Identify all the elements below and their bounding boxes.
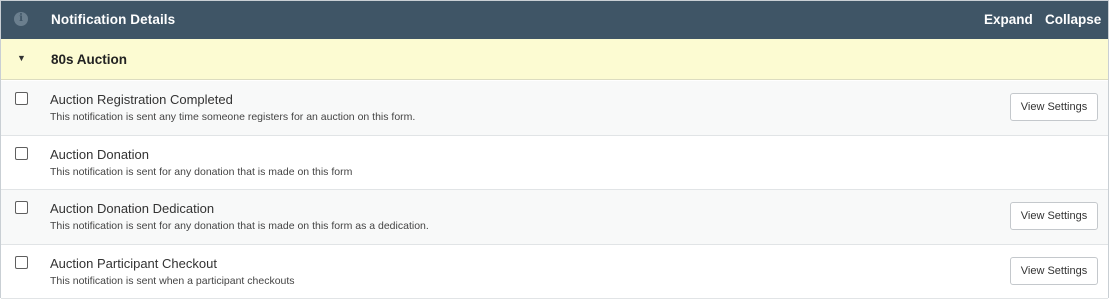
notification-checkbox[interactable] <box>15 147 28 160</box>
notification-description: This notification is sent when a partici… <box>50 275 295 287</box>
view-settings-button[interactable]: View Settings <box>1010 202 1098 230</box>
notification-list: Auction Registration Completed This noti… <box>1 81 1108 299</box>
expand-link[interactable]: Expand <box>984 12 1033 27</box>
notification-row: Auction Donation Dedication This notific… <box>1 190 1108 245</box>
notification-row: Auction Participant Checkout This notifi… <box>1 245 1108 299</box>
notification-description: This notification is sent for any donati… <box>50 166 352 178</box>
panel-title: Notification Details <box>51 12 175 27</box>
notification-title: Auction Participant Checkout <box>50 256 217 271</box>
collapse-link[interactable]: Collapse <box>1045 12 1101 27</box>
notification-description: This notification is sent any time someo… <box>50 111 415 123</box>
view-settings-button[interactable]: View Settings <box>1010 93 1098 121</box>
panel-header: i Notification Details Expand Collapse <box>1 1 1108 39</box>
group-row-80s-auction[interactable]: ▼ 80s Auction <box>1 39 1108 80</box>
notification-details-panel: i Notification Details Expand Collapse ▼… <box>0 0 1109 298</box>
info-icon: i <box>14 12 28 26</box>
notification-row: Auction Registration Completed This noti… <box>1 81 1108 136</box>
notification-title: Auction Registration Completed <box>50 92 233 107</box>
notification-checkbox[interactable] <box>15 92 28 105</box>
notification-checkbox[interactable] <box>15 201 28 214</box>
notification-title: Auction Donation Dedication <box>50 201 214 216</box>
caret-down-icon[interactable]: ▼ <box>17 53 26 63</box>
group-title: 80s Auction <box>51 52 127 67</box>
view-settings-button[interactable]: View Settings <box>1010 257 1098 285</box>
notification-checkbox[interactable] <box>15 256 28 269</box>
notification-title: Auction Donation <box>50 147 149 162</box>
notification-description: This notification is sent for any donati… <box>50 220 429 232</box>
notification-row: Auction Donation This notification is se… <box>1 136 1108 191</box>
